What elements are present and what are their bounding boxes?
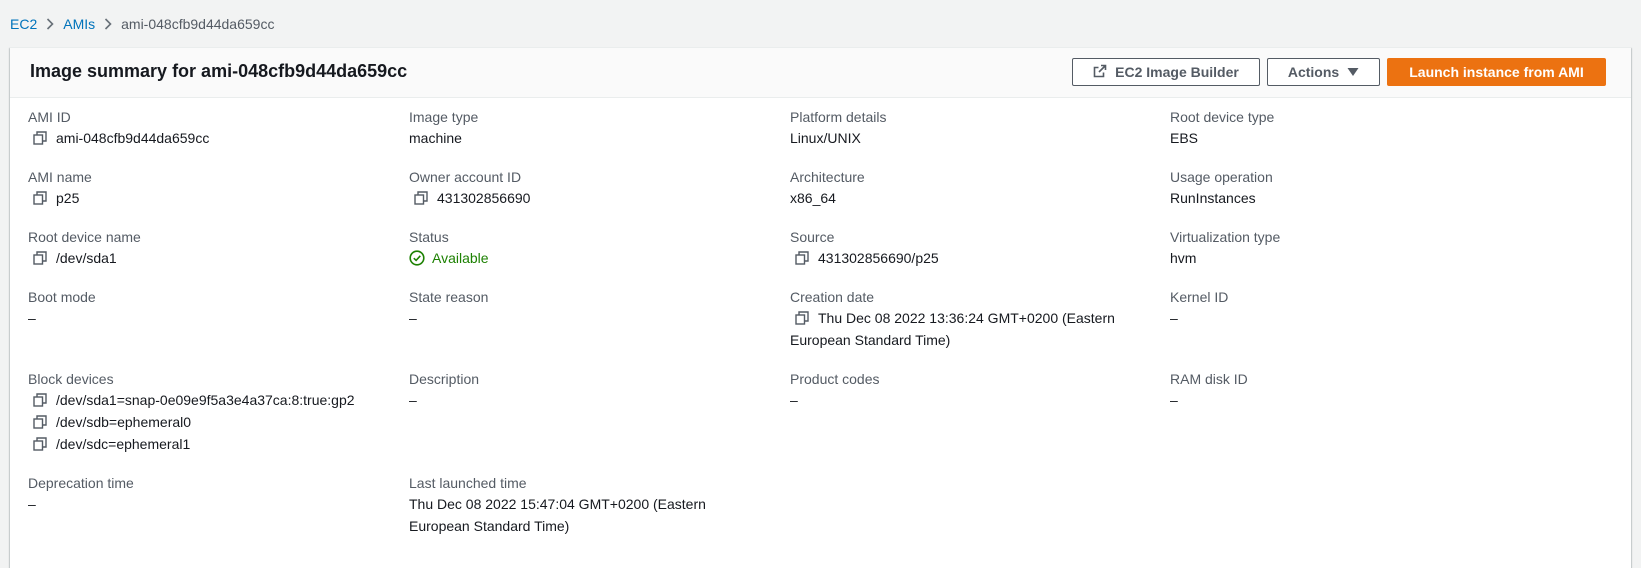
launch-instance-button[interactable]: Launch instance from AMI [1387, 58, 1606, 86]
copy-icon[interactable] [32, 433, 48, 455]
field-label: Source [790, 229, 835, 245]
copy-icon[interactable] [32, 389, 48, 411]
field-creation-date: Creation date Thu Dec 08 2022 13:36:24 G… [790, 287, 1130, 351]
field-label: Block devices [28, 371, 114, 387]
status-badge: Available [409, 247, 489, 269]
copy-icon[interactable] [794, 307, 810, 329]
breadcrumb-amis-link[interactable]: AMIs [63, 16, 95, 32]
field-label: Kernel ID [1170, 289, 1229, 305]
field-ram-disk-id: RAM disk ID – [1170, 369, 1248, 411]
field-value: Thu Dec 08 2022 15:47:04 GMT+0200 (Easte… [409, 496, 706, 534]
field-last-launched-time: Last launched time Thu Dec 08 2022 15:47… [409, 473, 759, 537]
block-device-value: /dev/sdc=ephemeral1 [56, 436, 191, 452]
chevron-right-icon [95, 18, 121, 30]
page-title: Image summary for ami-048cfb9d44da659cc [30, 61, 408, 81]
field-value: machine [409, 130, 462, 146]
external-link-icon [1093, 64, 1107, 81]
field-label: Description [409, 371, 480, 387]
field-platform-details: Platform details Linux/UNIX [790, 107, 886, 149]
panel-header: Image summary for ami-048cfb9d44da659cc … [10, 48, 1631, 98]
copy-icon[interactable] [32, 247, 48, 269]
field-value: ami-048cfb9d44da659cc [56, 130, 210, 146]
field-status: Status Available [409, 227, 489, 269]
field-label: Root device type [1170, 109, 1275, 125]
copy-icon[interactable] [794, 247, 810, 269]
field-label: Root device name [28, 229, 141, 245]
field-value: – [1170, 310, 1178, 326]
field-boot-mode: Boot mode – [28, 287, 96, 329]
field-value: – [1170, 392, 1178, 408]
field-label: Usage operation [1170, 169, 1273, 185]
block-device-item: /dev/sdb=ephemeral0 [28, 411, 355, 433]
actions-label: Actions [1287, 64, 1340, 80]
field-label: Product codes [790, 371, 880, 387]
caret-down-icon [1347, 64, 1359, 80]
field-label: Last launched time [409, 475, 527, 491]
field-ami-id: AMI ID ami-048cfb9d44da659cc [28, 107, 209, 149]
field-root-device-type: Root device type EBS [1170, 107, 1274, 149]
breadcrumb: EC2 AMIs ami-048cfb9d44da659cc [10, 14, 274, 34]
field-label: Architecture [790, 169, 865, 185]
field-value: – [790, 392, 798, 408]
ec2-image-builder-label: EC2 Image Builder [1115, 64, 1239, 80]
field-image-type: Image type machine [409, 107, 478, 149]
field-usage-operation: Usage operation RunInstances [1170, 167, 1273, 209]
copy-icon[interactable] [32, 411, 48, 433]
image-summary-panel: Image summary for ami-048cfb9d44da659cc … [10, 47, 1631, 568]
field-ami-name: AMI name p25 [28, 167, 92, 209]
field-label: Platform details [790, 109, 887, 125]
field-value: – [409, 310, 417, 326]
field-label: Boot mode [28, 289, 96, 305]
field-label: Owner account ID [409, 169, 522, 185]
field-description: Description – [409, 369, 479, 411]
field-virtualization-type: Virtualization type hvm [1170, 227, 1280, 269]
field-value: EBS [1170, 130, 1199, 146]
field-architecture: Architecture x86_64 [790, 167, 865, 209]
field-label: AMI name [28, 169, 92, 185]
field-label: Status [409, 229, 449, 245]
field-block-devices: Block devices /dev/sda1=snap-0e09e9f5a3e… [28, 369, 355, 455]
field-owner-account-id: Owner account ID 431302856690 [409, 167, 530, 209]
block-device-value: /dev/sda1=snap-0e09e9f5a3e4a37ca:8:true:… [56, 392, 355, 408]
field-value: Thu Dec 08 2022 13:36:24 GMT+0200 (Easte… [790, 310, 1115, 348]
field-value: x86_64 [790, 190, 836, 206]
field-label: Virtualization type [1170, 229, 1281, 245]
field-value: hvm [1170, 250, 1197, 266]
field-value: /dev/sda1 [56, 250, 117, 266]
field-label: Creation date [790, 289, 875, 305]
field-label: Image type [409, 109, 479, 125]
block-device-item: /dev/sda1=snap-0e09e9f5a3e4a37ca:8:true:… [28, 389, 355, 411]
field-value: p25 [56, 190, 80, 206]
copy-icon[interactable] [413, 187, 429, 209]
field-value: – [28, 496, 36, 512]
status-check-icon [409, 250, 425, 266]
copy-icon[interactable] [32, 187, 48, 209]
field-value: Linux/UNIX [790, 130, 861, 146]
field-label: State reason [409, 289, 489, 305]
field-value: – [28, 310, 36, 326]
status-text: Available [432, 250, 489, 266]
field-label: RAM disk ID [1170, 371, 1248, 387]
actions-dropdown-button[interactable]: Actions [1267, 58, 1380, 86]
field-state-reason: State reason – [409, 287, 488, 329]
field-label: Deprecation time [28, 475, 134, 491]
field-value: 431302856690/p25 [818, 250, 939, 266]
breadcrumb-current: ami-048cfb9d44da659cc [121, 16, 275, 32]
field-product-codes: Product codes – [790, 369, 880, 411]
field-value: RunInstances [1170, 190, 1256, 206]
field-value: 431302856690 [437, 190, 531, 206]
block-device-item: /dev/sdc=ephemeral1 [28, 433, 355, 455]
block-device-value: /dev/sdb=ephemeral0 [56, 414, 192, 430]
field-label: AMI ID [28, 109, 71, 125]
chevron-right-icon [37, 18, 63, 30]
field-value: – [409, 392, 417, 408]
field-kernel-id: Kernel ID – [1170, 287, 1228, 329]
ec2-image-builder-button[interactable]: EC2 Image Builder [1072, 58, 1260, 86]
copy-icon[interactable] [32, 127, 48, 149]
field-source: Source 431302856690/p25 [790, 227, 939, 269]
field-root-device-name: Root device name /dev/sda1 [28, 227, 141, 269]
field-deprecation-time: Deprecation time – [28, 473, 134, 515]
breadcrumb-ec2-link[interactable]: EC2 [10, 16, 37, 32]
